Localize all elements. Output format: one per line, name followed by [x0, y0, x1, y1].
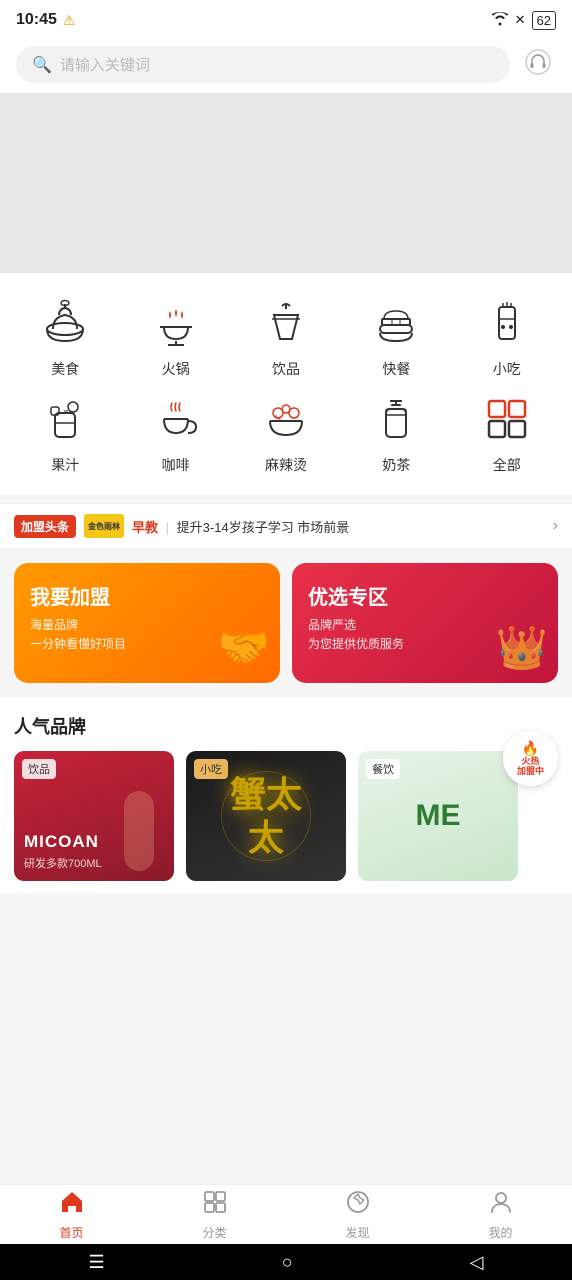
promo-join[interactable]: 我要加盟 海量品牌 一分钟看懂好项目 🤝	[14, 563, 280, 683]
category-kuaican[interactable]: 快餐	[351, 293, 441, 379]
meishi-icon	[35, 293, 95, 353]
x-icon: ✕	[515, 12, 526, 28]
quanbu-icon	[477, 389, 537, 449]
nav-discover-icon	[345, 1189, 371, 1222]
android-back-btn[interactable]: ◁	[470, 1252, 484, 1273]
search-icon: 🔍	[32, 55, 52, 75]
category-naicha[interactable]: 奶茶	[351, 389, 441, 475]
ad-divider: |	[166, 520, 169, 535]
category-row-1: 美食 火锅	[10, 293, 562, 379]
naicha-label: 奶茶	[382, 455, 410, 475]
category-row-2: 果汁 咖啡	[10, 389, 562, 475]
warning-icon: ⚠	[63, 12, 76, 29]
nav-mine-label: 我的	[488, 1224, 512, 1241]
headphone-button[interactable]	[520, 47, 556, 83]
yinpin-icon	[256, 293, 316, 353]
brand-third-tag: 餐饮	[366, 759, 400, 779]
brand-taitai-tag: 小吃	[194, 759, 228, 779]
ad-arrow: ›	[553, 517, 558, 535]
guozhi-icon	[35, 389, 95, 449]
status-icons: ✕ 62	[491, 11, 556, 30]
category-grid: 美食 火锅	[0, 273, 572, 495]
nav-home[interactable]: 首页	[0, 1185, 143, 1244]
guozhi-label: 果汁	[51, 455, 79, 475]
bottom-nav: 首页 分类 发现 我的	[0, 1184, 572, 1244]
yinpin-label: 饮品	[272, 359, 300, 379]
malajpg-icon	[256, 389, 316, 449]
brand-micoan-tag: 饮品	[22, 759, 56, 779]
promo-join-title: 我要加盟	[30, 581, 264, 610]
hot-badge-emoji: 🔥	[522, 740, 539, 757]
ad-logo: 金色雨林	[84, 514, 124, 538]
promo-cards: 我要加盟 海量品牌 一分钟看懂好项目 🤝 优选专区 品牌严选 为您提供优质服务 …	[0, 549, 572, 697]
kafei-label: 咖啡	[162, 455, 190, 475]
banner-area[interactable]	[0, 93, 572, 273]
search-input-wrap[interactable]: 🔍 请输入关键词	[16, 46, 510, 83]
brand-third-name: ME	[416, 799, 461, 833]
search-placeholder: 请输入关键词	[60, 54, 150, 75]
xiaochi-icon	[477, 293, 537, 353]
category-kafei[interactable]: 咖啡	[131, 389, 221, 475]
status-bar: 10:45 ⚠ ✕ 62	[0, 0, 572, 36]
android-home-btn[interactable]: ○	[282, 1252, 293, 1273]
nav-discover-label: 发现	[345, 1224, 369, 1241]
huoguo-icon	[146, 293, 206, 353]
popular-brands-title: 人气品牌	[14, 713, 558, 739]
search-area: 🔍 请输入关键词	[0, 36, 572, 93]
status-time: 10:45	[16, 11, 57, 29]
xiaochi-label: 小吃	[493, 359, 521, 379]
nav-mine-icon	[488, 1189, 514, 1222]
nav-category-label: 分类	[202, 1224, 226, 1241]
promo-premium-title: 优选专区	[308, 581, 542, 610]
wifi-icon	[491, 12, 509, 29]
battery-indicator: 62	[532, 11, 556, 30]
nav-mine[interactable]: 我的	[429, 1185, 572, 1244]
category-guozhi[interactable]: 果汁	[20, 389, 110, 475]
brand-micoan-deco	[104, 771, 174, 881]
promo-premium[interactable]: 优选专区 品牌严选 为您提供优质服务 👑	[292, 563, 558, 683]
nav-category-icon	[202, 1189, 228, 1222]
meishi-label: 美食	[51, 359, 79, 379]
kuaican-label: 快餐	[382, 359, 410, 379]
brand-taitai[interactable]: 小吃 蟹太太	[186, 751, 346, 881]
android-nav-bar: ☰ ○ ◁	[0, 1244, 572, 1280]
hot-badge[interactable]: 🔥 火热 加盟中	[503, 731, 558, 786]
kafei-icon	[146, 389, 206, 449]
brand-micoan[interactable]: 饮品 MICOAN 研发多款700ML	[14, 751, 174, 881]
naicha-icon	[366, 389, 426, 449]
headphone-icon	[524, 48, 552, 82]
android-menu-btn[interactable]: ☰	[89, 1252, 105, 1273]
nav-category[interactable]: 分类	[143, 1185, 286, 1244]
category-huoguo[interactable]: 火锅	[131, 293, 221, 379]
promo-premium-icon: 👑	[496, 624, 548, 673]
nav-home-label: 首页	[59, 1224, 83, 1241]
nav-discover[interactable]: 发现	[286, 1185, 429, 1244]
ad-prefix: 早教	[132, 520, 158, 535]
category-meishi[interactable]: 美食	[20, 293, 110, 379]
ad-main-text: 提升3-14岁孩子学习 市场前景	[177, 520, 350, 535]
category-xiaochi[interactable]: 小吃	[462, 293, 552, 379]
ad-text: 早教 | 提升3-14岁孩子学习 市场前景	[132, 517, 545, 536]
brand-third[interactable]: 餐饮 ME	[358, 751, 518, 881]
ad-banner[interactable]: 加盟头条 金色雨林 早教 | 提升3-14岁孩子学习 市场前景 ›	[0, 503, 572, 549]
category-malajpg[interactable]: 麻辣烫	[241, 389, 331, 475]
brands-scroll: 饮品 MICOAN 研发多款700ML 小吃 蟹太太	[14, 751, 558, 893]
huoguo-label: 火锅	[162, 359, 190, 379]
ad-tag: 加盟头条	[14, 515, 76, 538]
malajpg-label: 麻辣烫	[265, 455, 307, 475]
nav-home-icon	[59, 1189, 85, 1222]
category-quanbu[interactable]: 全部	[462, 389, 552, 475]
popular-brands: 人气品牌 🔥 火热 加盟中 饮品 MICOAN 研发多款700ML 小吃	[0, 697, 572, 893]
hot-badge-line2: 加盟中	[517, 767, 544, 777]
quanbu-label: 全部	[493, 455, 521, 475]
promo-join-icon: 🤝	[218, 624, 270, 673]
kuaican-icon	[366, 293, 426, 353]
category-yinpin[interactable]: 饮品	[241, 293, 331, 379]
